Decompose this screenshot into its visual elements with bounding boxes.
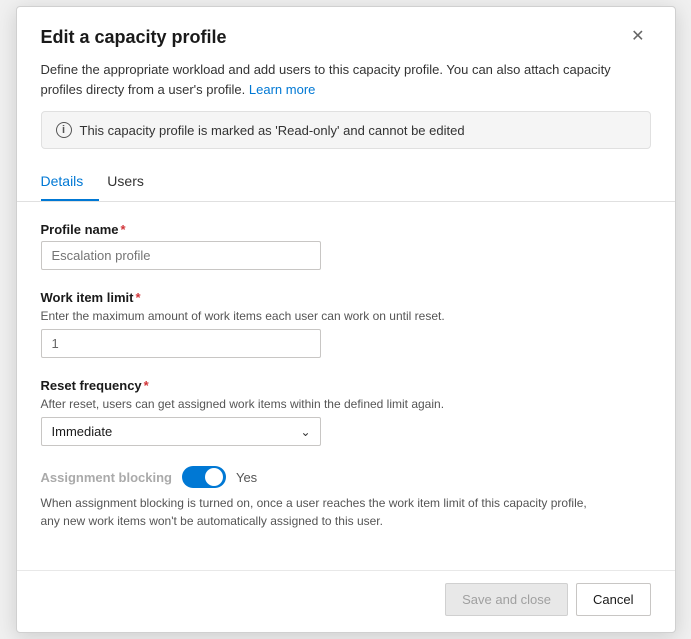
close-button[interactable]: ✕ bbox=[625, 27, 650, 47]
reset-frequency-sublabel: After reset, users can get assigned work… bbox=[41, 397, 651, 411]
close-icon: ✕ bbox=[631, 28, 644, 45]
required-star-3: * bbox=[144, 378, 149, 393]
reset-frequency-label: Reset frequency* bbox=[41, 378, 651, 393]
learn-more-link[interactable]: Learn more bbox=[249, 82, 315, 97]
work-item-limit-label: Work item limit* bbox=[41, 290, 651, 305]
toggle-status: Yes bbox=[236, 470, 257, 485]
profile-name-group: Profile name* bbox=[41, 222, 651, 270]
reset-frequency-group: Reset frequency* After reset, users can … bbox=[41, 378, 651, 446]
tab-details[interactable]: Details bbox=[41, 165, 100, 201]
dialog-header: Edit a capacity profile ✕ bbox=[17, 7, 675, 60]
profile-name-input[interactable] bbox=[41, 241, 321, 270]
dialog-footer: Save and close Cancel bbox=[17, 570, 675, 632]
dialog-title: Edit a capacity profile bbox=[41, 27, 227, 48]
tabs-container: Details Users bbox=[17, 165, 675, 202]
profile-name-label: Profile name* bbox=[41, 222, 651, 237]
assignment-blocking-toggle[interactable] bbox=[182, 466, 226, 488]
readonly-banner: i This capacity profile is marked as 'Re… bbox=[41, 111, 651, 149]
work-item-limit-input[interactable] bbox=[41, 329, 321, 358]
required-star-2: * bbox=[135, 290, 140, 305]
assignment-blocking-label: Assignment blocking bbox=[41, 470, 172, 485]
save-and-close-button[interactable]: Save and close bbox=[445, 583, 568, 616]
info-icon: i bbox=[56, 122, 72, 138]
toggle-row: Assignment blocking Yes bbox=[41, 466, 651, 488]
assignment-blocking-group: Assignment blocking Yes When assignment … bbox=[41, 466, 651, 530]
assignment-blocking-description: When assignment blocking is turned on, o… bbox=[41, 494, 601, 530]
dialog-description: Define the appropriate workload and add … bbox=[17, 60, 675, 111]
toggle-thumb bbox=[205, 468, 223, 486]
tab-users[interactable]: Users bbox=[107, 165, 160, 201]
reset-frequency-select[interactable]: Immediate Daily Weekly Monthly bbox=[41, 417, 321, 446]
cancel-button[interactable]: Cancel bbox=[576, 583, 650, 616]
form-body: Profile name* Work item limit* Enter the… bbox=[17, 202, 675, 570]
edit-capacity-profile-dialog: Edit a capacity profile ✕ Define the app… bbox=[16, 6, 676, 633]
required-star: * bbox=[121, 222, 126, 237]
work-item-limit-group: Work item limit* Enter the maximum amoun… bbox=[41, 290, 651, 358]
work-item-limit-sublabel: Enter the maximum amount of work items e… bbox=[41, 309, 651, 323]
reset-frequency-select-wrapper: Immediate Daily Weekly Monthly ⌄ bbox=[41, 417, 321, 446]
readonly-message: This capacity profile is marked as 'Read… bbox=[80, 123, 465, 138]
